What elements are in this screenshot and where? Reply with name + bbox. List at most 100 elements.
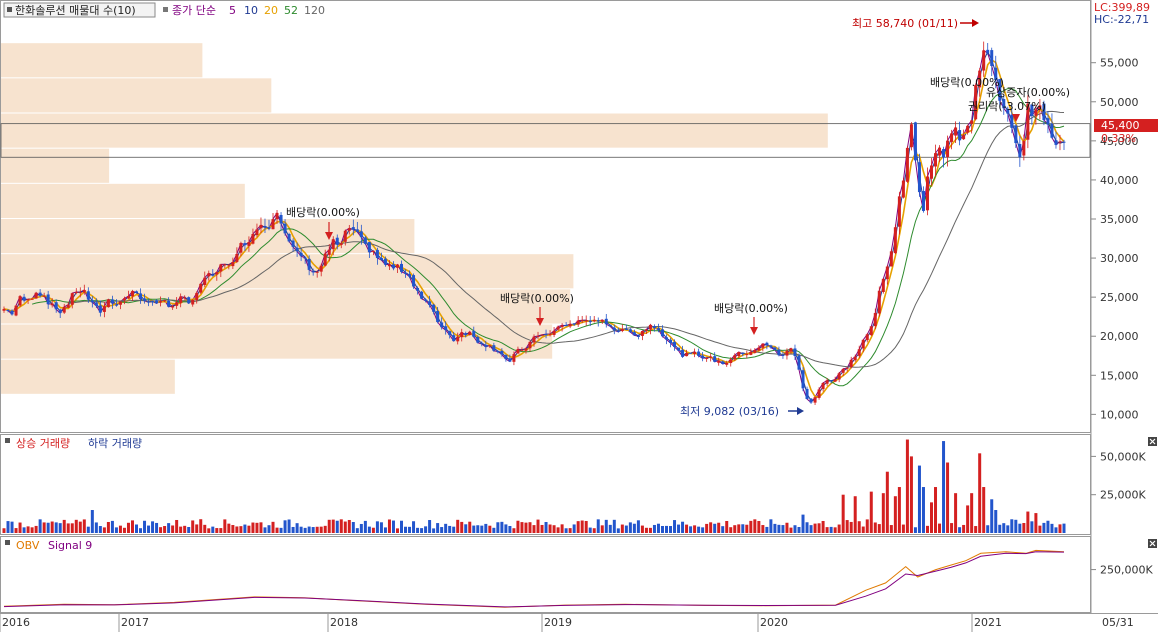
y-tick-label: 30,000 [1100, 252, 1139, 265]
candle-body [588, 320, 592, 322]
stock-chart[interactable]: 55,00050,00045,00040,00035,00030,00025,0… [0, 0, 1158, 632]
volume-bar [737, 524, 741, 533]
candle-body [970, 120, 974, 124]
candle-body [54, 302, 58, 310]
volume-bar [62, 519, 66, 533]
candle-body [954, 127, 958, 136]
volume-bar [70, 523, 74, 533]
volume-bar [448, 525, 452, 533]
volume-bar [600, 525, 604, 533]
volume-bar [46, 522, 50, 533]
volume-bar [223, 519, 227, 533]
candle-body [62, 306, 66, 313]
volume-bar [893, 496, 897, 533]
volume-bar [681, 521, 685, 533]
volume-bar [6, 521, 10, 533]
candle-body [1058, 141, 1062, 143]
volume-bar [412, 521, 416, 533]
candle-body [175, 302, 179, 306]
volume-bar [648, 527, 652, 533]
candle-body [367, 242, 371, 253]
volume-bar [343, 521, 347, 533]
candle-body [1054, 140, 1058, 145]
candle-body [785, 350, 789, 356]
volume-bar [673, 520, 677, 533]
volume-bar [765, 526, 769, 533]
volume-bar [387, 519, 391, 533]
candle-body [247, 242, 251, 246]
candle-body [1062, 141, 1066, 143]
volume-bar [829, 526, 833, 533]
volume-bar [18, 522, 22, 533]
candle-body [825, 380, 829, 384]
candle-body [765, 342, 769, 346]
volume-bar [203, 524, 207, 533]
ma-10: 10 [244, 4, 258, 17]
volume-bar [1022, 522, 1026, 533]
candle-body [363, 237, 367, 244]
volume-bar [921, 487, 925, 533]
volume-bar [777, 524, 781, 533]
candle-body [837, 373, 841, 380]
candle-body [351, 227, 355, 230]
volume-bar [468, 521, 472, 533]
volume-bar [247, 525, 251, 533]
volume-bar [1054, 527, 1058, 533]
volume-bar [464, 524, 468, 533]
candle-body [861, 339, 865, 349]
volume-bar [950, 523, 954, 533]
low-annotation: 최저 9,082 (03/16) [680, 405, 779, 418]
volume-bar [404, 526, 408, 533]
volume-profile-bar [1, 113, 828, 148]
candle-body [753, 350, 757, 353]
candle-body [938, 147, 942, 156]
volume-bar [456, 519, 460, 533]
volume-bar [235, 526, 239, 533]
volume-bar [195, 524, 199, 533]
candle-body [769, 345, 773, 348]
volume-bar [82, 519, 86, 533]
candle-body [913, 122, 917, 161]
volume-bar [323, 525, 327, 533]
candle-body [624, 328, 628, 330]
volume-bar [978, 453, 982, 533]
volume-bar [564, 528, 568, 533]
obv-close-icon[interactable] [1148, 539, 1157, 548]
candle-body [833, 379, 837, 382]
volume-bar [1010, 519, 1014, 533]
volume-bar [560, 524, 564, 533]
volume-bar [271, 521, 275, 533]
candle-body [327, 249, 331, 255]
candle-body [436, 310, 440, 323]
candle-body [271, 219, 275, 230]
candle-body [536, 336, 540, 338]
candle-body [400, 263, 403, 272]
volume-bar [1046, 520, 1050, 533]
candle-body [889, 251, 893, 267]
x-tick-label: 2016 [2, 616, 30, 629]
volume-bar [809, 525, 813, 533]
volume-bar [440, 527, 444, 533]
candle-body [235, 253, 239, 262]
volume-bar [90, 510, 94, 533]
volume-bar [339, 519, 343, 533]
candle-body [556, 326, 560, 330]
volume-bar [179, 526, 183, 533]
volume-bar [130, 520, 134, 533]
volume-bar [480, 525, 484, 533]
volume-bar [1018, 523, 1022, 533]
volume-bar [934, 487, 938, 533]
candle-body [685, 353, 689, 357]
volume-bar [821, 520, 825, 533]
div-annotation-2021c: 유상증자(0.00%) [986, 86, 1070, 99]
volume-bar [640, 525, 644, 533]
volume-bar [913, 527, 917, 533]
candle-body [259, 224, 263, 229]
candle-body [118, 301, 122, 305]
candle-body [476, 337, 480, 343]
volume-bar [42, 522, 46, 533]
candle-body [628, 329, 632, 333]
volume-close-icon[interactable] [1148, 437, 1157, 446]
candle-body [901, 180, 905, 198]
candle-body [139, 293, 143, 300]
